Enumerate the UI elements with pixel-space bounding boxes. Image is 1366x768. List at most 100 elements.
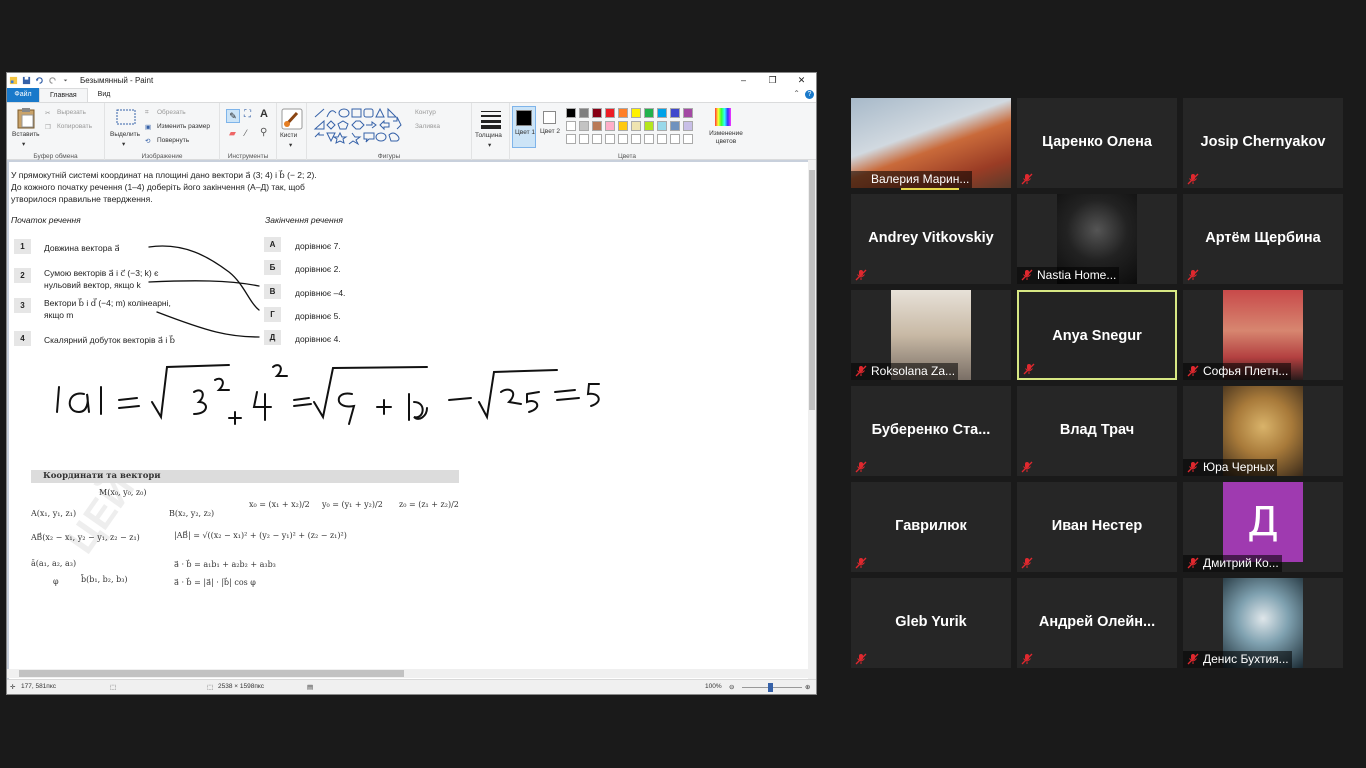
participant-tile[interactable]: Артём Щербина xyxy=(1183,194,1343,284)
palette-empty-slot[interactable] xyxy=(618,134,628,144)
palette-color[interactable] xyxy=(618,121,628,131)
drawing-canvas[interactable]: У прямокутній системі координат на площи… xyxy=(9,162,810,694)
shapes-group: Контур Заливка Фигуры xyxy=(307,103,472,161)
participant-tile[interactable]: Гаврилюк xyxy=(851,482,1011,572)
participant-tile[interactable]: Иван Нестер xyxy=(1017,482,1177,572)
formula-y0: y₀ = (y₁ + y₂)/2 xyxy=(322,500,383,509)
pencil-icon[interactable]: ✎ xyxy=(226,109,240,123)
vertical-scrollbar[interactable] xyxy=(808,160,816,694)
palette-empty-slot[interactable] xyxy=(644,134,654,144)
brushes-label[interactable]: Кисти xyxy=(280,132,297,139)
participant-tile[interactable]: Буберенко Ста... xyxy=(851,386,1011,476)
customize-toolbar-icon[interactable] xyxy=(61,76,70,85)
color2-button[interactable]: Цвет 2 xyxy=(538,106,562,148)
palette-color[interactable] xyxy=(683,121,693,131)
palette-color[interactable] xyxy=(592,108,602,118)
collapse-ribbon-icon[interactable]: ⌃ xyxy=(793,89,800,98)
line-thickness-icon[interactable] xyxy=(480,109,502,129)
participant-name: Андрей Олейн... xyxy=(1038,614,1156,630)
palette-color[interactable] xyxy=(618,108,628,118)
participant-tile[interactable]: Roksolana Za... xyxy=(851,290,1011,380)
eraser-icon[interactable]: ▰ xyxy=(229,128,236,139)
participant-tile[interactable]: Влад Трач xyxy=(1017,386,1177,476)
palette-color[interactable] xyxy=(592,121,602,131)
palette-color[interactable] xyxy=(670,121,680,131)
participant-tile[interactable]: Gleb Yurik xyxy=(851,578,1011,668)
participant-tile[interactable]: Царенко Олена xyxy=(1017,98,1177,188)
palette-color[interactable] xyxy=(605,108,615,118)
minimize-button[interactable]: – xyxy=(729,73,758,87)
help-icon[interactable]: ? xyxy=(805,90,814,99)
scroll-thumb[interactable] xyxy=(19,670,404,677)
magnifier-icon[interactable]: ⚲ xyxy=(260,127,267,138)
palette-empty-slot[interactable] xyxy=(566,134,576,144)
palette-color[interactable] xyxy=(657,121,667,131)
palette-empty-slot[interactable] xyxy=(670,134,680,144)
palette-color[interactable] xyxy=(631,108,641,118)
participant-tile[interactable]: Nastia Home... xyxy=(1017,194,1177,284)
brush-icon[interactable] xyxy=(281,108,303,130)
palette-color[interactable] xyxy=(566,108,576,118)
horizontal-scrollbar[interactable] xyxy=(7,669,810,678)
palette-empty-slot[interactable] xyxy=(592,134,602,144)
muted-mic-icon xyxy=(855,269,867,281)
color1-swatch xyxy=(516,110,532,126)
participant-tile[interactable]: Софья Плетн... xyxy=(1183,290,1343,380)
palette-color[interactable] xyxy=(579,108,589,118)
tab-view[interactable]: Вид xyxy=(88,88,121,102)
participant-tile[interactable]: Валерия Марин... xyxy=(851,98,1011,190)
maximize-button[interactable]: ❐ xyxy=(758,73,787,87)
palette-color[interactable] xyxy=(579,121,589,131)
palette-color[interactable] xyxy=(644,108,654,118)
redo-icon[interactable] xyxy=(48,76,57,85)
shapes-gallery[interactable] xyxy=(313,107,408,147)
muted-mic-icon xyxy=(1023,363,1035,375)
palette-color[interactable] xyxy=(657,108,667,118)
palette-color[interactable] xyxy=(631,121,641,131)
outline-dropdown[interactable]: Контур xyxy=(415,109,436,116)
palette-color[interactable] xyxy=(605,121,615,131)
paste-button[interactable]: Вставить ▾ xyxy=(10,107,42,148)
palette-empty-slot[interactable] xyxy=(631,134,641,144)
text-icon[interactable]: A xyxy=(260,108,268,120)
crop-button[interactable]: Обрезать xyxy=(157,109,186,116)
palette-color[interactable] xyxy=(670,108,680,118)
participant-tile[interactable]: Andrey Vitkovskiy xyxy=(851,194,1011,284)
palette-empty-slot[interactable] xyxy=(579,134,589,144)
color-picker-icon[interactable]: ⁄ xyxy=(245,128,247,138)
close-button[interactable]: ✕ xyxy=(787,73,816,87)
select-button[interactable]: Выделить ▾ xyxy=(109,107,143,148)
cut-button[interactable]: Вырезать xyxy=(57,109,86,116)
edit-colors-button[interactable]: Изменение цветов xyxy=(703,106,743,148)
palette-empty-slot[interactable] xyxy=(683,134,693,144)
participant-tile[interactable]: Josip Chernyakov xyxy=(1183,98,1343,188)
participant-tile[interactable]: Д Дмитрий Ко... xyxy=(1183,482,1343,572)
rotate-button[interactable]: Повернуть xyxy=(157,137,189,144)
palette-empty-slot[interactable] xyxy=(657,134,667,144)
participant-tile[interactable]: Андрей Олейн... xyxy=(1017,578,1177,668)
scroll-thumb[interactable] xyxy=(809,170,815,410)
palette-color[interactable] xyxy=(683,108,693,118)
participant-tile[interactable]: Anya Snegur xyxy=(1017,290,1177,380)
fill-icon[interactable]: ⛶ xyxy=(244,109,251,120)
save-icon[interactable] xyxy=(22,76,31,85)
zoom-out-button[interactable]: ⊖ xyxy=(729,683,734,691)
chevron-down-icon: ▾ xyxy=(488,142,492,149)
palette-empty-slot[interactable] xyxy=(605,134,615,144)
color1-button[interactable]: Цвет 1 xyxy=(512,106,536,148)
undo-icon[interactable] xyxy=(35,76,44,85)
participant-name: Царенко Олена xyxy=(1042,134,1152,150)
tab-home[interactable]: Главная xyxy=(39,88,88,102)
fill-dropdown[interactable]: Заливка xyxy=(415,123,440,130)
select-icon xyxy=(116,109,136,125)
participant-tile[interactable]: Юра Черных xyxy=(1183,386,1343,476)
zoom-in-button[interactable]: ⊕ xyxy=(805,683,810,691)
zoom-slider-thumb[interactable] xyxy=(768,683,773,692)
participant-tile[interactable]: Денис Бухтия... xyxy=(1183,578,1343,668)
copy-button[interactable]: Копировать xyxy=(57,123,92,130)
resize-button[interactable]: Изменить размер xyxy=(157,123,210,130)
tab-file[interactable]: Файл xyxy=(7,88,39,102)
palette-color[interactable] xyxy=(566,121,576,131)
muted-mic-icon xyxy=(855,557,867,569)
palette-color[interactable] xyxy=(644,121,654,131)
